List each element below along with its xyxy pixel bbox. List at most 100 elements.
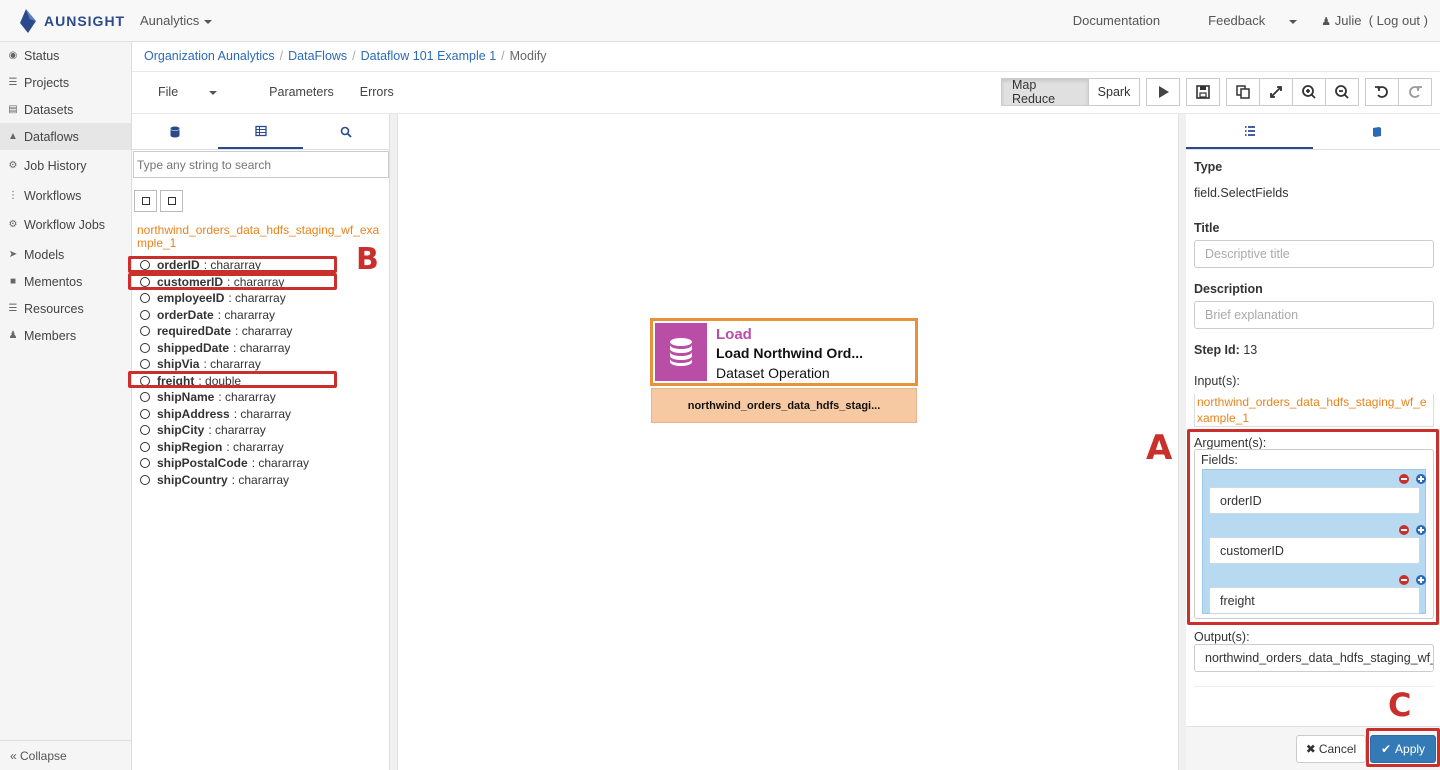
outputs-input[interactable]: northwind_orders_data_hdfs_staging_wf_ex… (1194, 644, 1434, 672)
logout-link[interactable]: ( Log out ) (1369, 13, 1428, 28)
radio-icon[interactable] (140, 458, 150, 469)
right-splitter-handle[interactable] (1178, 114, 1186, 770)
collapse-all-button[interactable] (160, 190, 183, 212)
field-item[interactable]: shipPostalCode: chararray (140, 455, 388, 472)
description-label: Description (1194, 282, 1263, 296)
dataset-name: northwind_orders_data_hdfs_staging_wf_ex… (137, 223, 380, 250)
field-item[interactable]: shipAddress: chararray (140, 406, 388, 423)
sidebar-item-job-history[interactable]: ⚙ Job History (0, 150, 131, 182)
breadcrumb-item[interactable]: Dataflow 101 Example 1 (361, 49, 497, 63)
sidebar-item-models[interactable]: ➤ Models (0, 241, 131, 268)
breadcrumb-item[interactable]: DataFlows (288, 49, 347, 63)
redo-button[interactable] (1398, 78, 1432, 106)
sidebar-item-mementos[interactable]: ■ Mementos (0, 268, 131, 295)
cancel-button[interactable]: ✖ Cancel (1296, 735, 1366, 763)
inputs-value[interactable]: northwind_orders_data_hdfs_staging_wf_ex… (1194, 394, 1434, 427)
save-icon (1196, 85, 1210, 99)
expand-all-button[interactable] (134, 190, 157, 212)
tab-properties[interactable] (1186, 114, 1313, 149)
field-item[interactable]: employeeID: chararray (140, 290, 388, 307)
field-item[interactable]: shipRegion: chararray (140, 439, 388, 456)
dashboard-icon: ◉ (8, 49, 18, 61)
field-type-value: chararray (225, 390, 276, 405)
table-icon (254, 125, 267, 136)
field-item[interactable]: orderDate: chararray (140, 307, 388, 324)
radio-icon[interactable] (140, 326, 150, 337)
feedback-menu[interactable]: Feedback (1184, 13, 1298, 28)
tab-documentation[interactable] (1313, 114, 1440, 149)
sidebar-item-members[interactable]: ♟ Members (0, 322, 131, 349)
field-separator: : (226, 439, 234, 454)
tab-fields[interactable] (217, 114, 304, 149)
caret-down-icon (1289, 19, 1298, 24)
breadcrumb-separator: / (352, 49, 356, 63)
save-button[interactable] (1186, 78, 1220, 106)
sidebar-item-workflow-jobs[interactable]: ⚙ Workflow Jobs (0, 209, 131, 241)
org-menu[interactable]: Aunalytics (140, 13, 213, 28)
field-separator: : (208, 423, 216, 438)
spark-button[interactable]: Spark (1088, 78, 1140, 106)
copy-icon (1236, 85, 1250, 99)
field-item[interactable]: shipName: chararray (140, 389, 388, 406)
book-icon (1372, 126, 1381, 137)
errors-tab[interactable]: Errors (360, 85, 394, 99)
list-icon: ☰ (8, 76, 18, 88)
left-splitter-handle[interactable] (390, 114, 398, 770)
annotation-letter-b: B (356, 242, 379, 277)
field-item[interactable]: shippedDate: chararray (140, 340, 388, 357)
breadcrumb-item[interactable]: Organization Aunalytics (144, 49, 275, 63)
radio-icon[interactable] (140, 474, 150, 485)
field-item[interactable]: shipCity: chararray (140, 422, 388, 439)
user-menu[interactable]: ♟ Julie ( Log out ) (1321, 13, 1428, 28)
top-navbar: AUNSIGHT Aunalytics Documentation Feedba… (0, 0, 1440, 42)
step-id: Step Id: 13 (1194, 343, 1257, 357)
sidebar-item-projects[interactable]: ☰ Projects (0, 69, 131, 96)
collapse-sidebar-button[interactable]: « Collapse (0, 740, 132, 770)
load-step-node[interactable]: Load Load Northwind Ord... Dataset Opera… (650, 318, 918, 386)
map-reduce-button[interactable]: Map Reduce (1001, 78, 1089, 106)
zoom-out-button[interactable] (1325, 78, 1359, 106)
radio-icon[interactable] (140, 441, 150, 452)
collapse-square-icon (167, 197, 176, 205)
sidebar-item-datasets[interactable]: ▤ Datasets (0, 96, 131, 123)
documentation-link[interactable]: Documentation (1073, 13, 1160, 28)
tab-search[interactable] (303, 114, 389, 149)
undo-button[interactable] (1365, 78, 1399, 106)
workflow-icon: ⋮ (8, 189, 18, 201)
model-icon: ➤ (8, 248, 18, 260)
job-history-icon: ⚙ (8, 160, 18, 171)
copy-button[interactable] (1226, 78, 1260, 106)
radio-icon[interactable] (140, 293, 150, 304)
tab-datasets[interactable] (132, 114, 218, 149)
radio-icon[interactable] (140, 408, 150, 419)
title-input[interactable]: Descriptive title (1194, 240, 1434, 268)
description-input[interactable]: Brief explanation (1194, 301, 1434, 329)
resources-icon: ☰ (8, 302, 18, 314)
field-type-value: chararray (235, 291, 286, 306)
field-type: : chararray (218, 390, 275, 404)
field-item[interactable]: shipCountry: chararray (140, 472, 388, 489)
field-item[interactable]: requiredDate: chararray (140, 323, 388, 340)
node-title: Load Northwind Ord... (716, 345, 863, 361)
zoom-in-button[interactable] (1292, 78, 1326, 106)
sidebar-item-workflows[interactable]: ⋮ Workflows (0, 182, 131, 209)
radio-icon[interactable] (140, 392, 150, 403)
field-search-input[interactable] (133, 151, 389, 178)
radio-icon[interactable] (140, 309, 150, 320)
radio-icon[interactable] (140, 425, 150, 436)
field-type-value: chararray (215, 423, 266, 438)
node-output-dataset[interactable]: northwind_orders_data_hdfs_stagi... (651, 388, 917, 423)
sidebar-item-dataflows[interactable]: ▲ Dataflows (0, 123, 131, 150)
sidebar-item-label: Dataflows (24, 129, 79, 144)
field-type-value: chararray (239, 340, 291, 355)
brand[interactable]: AUNSIGHT (18, 9, 125, 33)
file-menu[interactable]: File (158, 85, 243, 99)
fit-view-button[interactable] (1259, 78, 1293, 106)
sidebar-item-status[interactable]: ◉ Status (0, 42, 131, 69)
sidebar-item-resources[interactable]: ☰ Resources (0, 295, 131, 322)
radio-icon[interactable] (140, 359, 150, 370)
field-type-value: chararray (224, 307, 276, 322)
run-button[interactable] (1146, 78, 1180, 106)
parameters-tab[interactable]: Parameters (269, 85, 334, 99)
radio-icon[interactable] (140, 342, 150, 353)
